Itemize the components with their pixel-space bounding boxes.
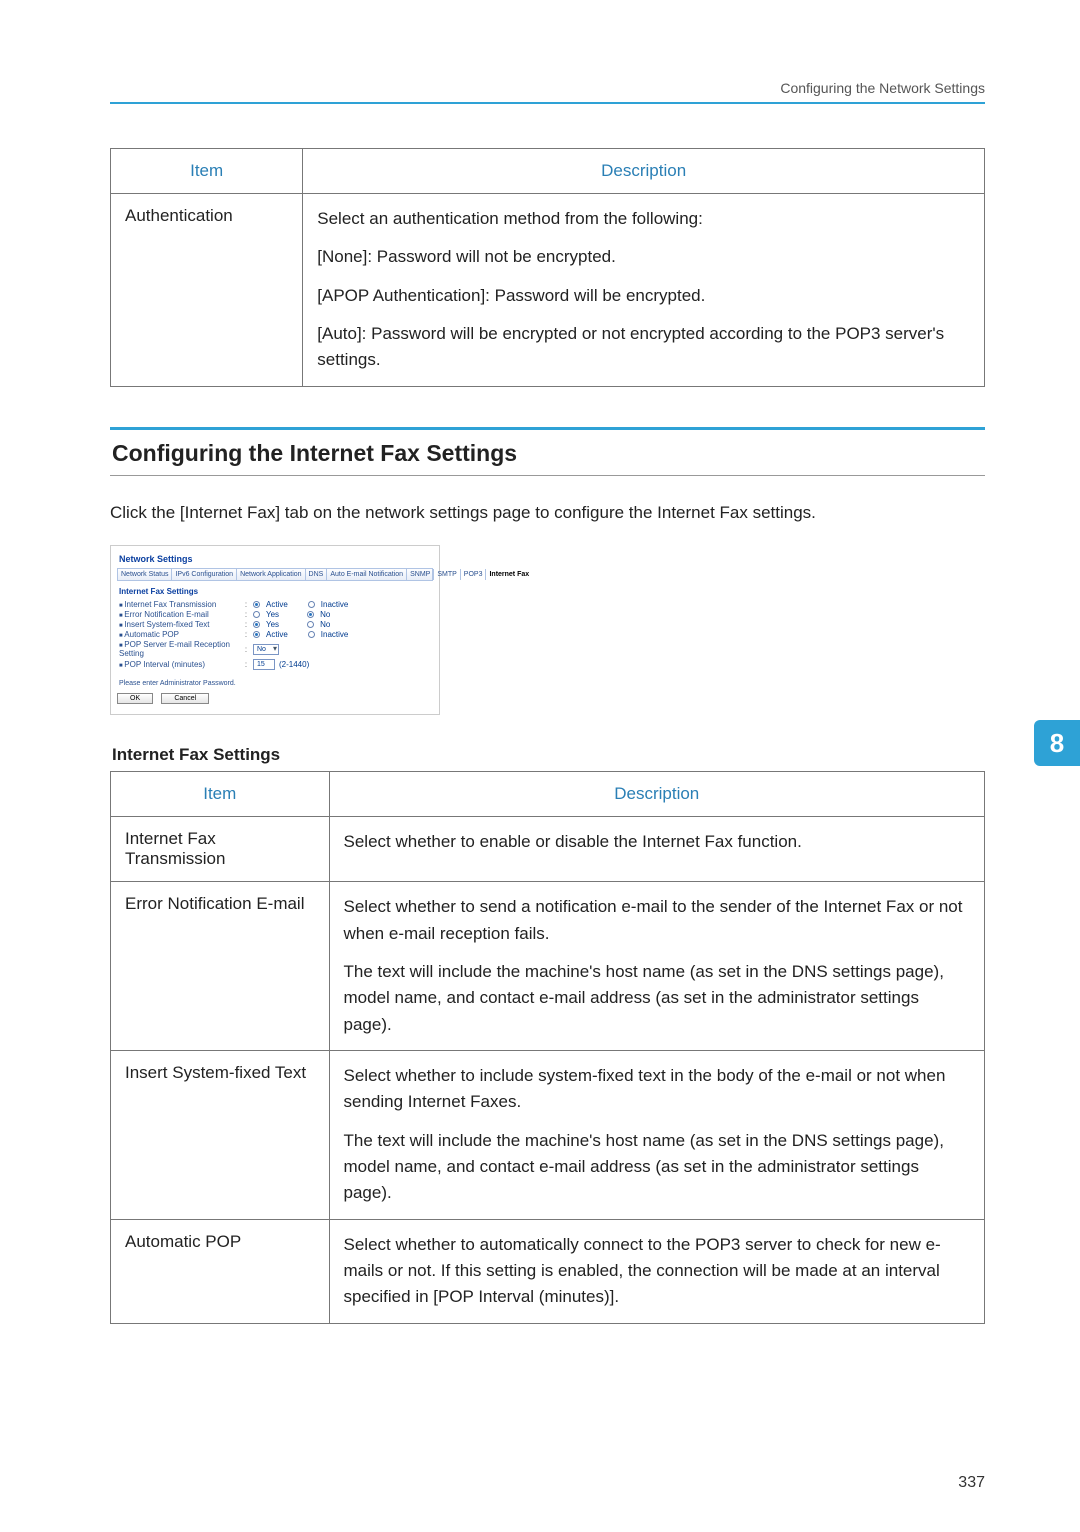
ns-tab[interactable]: IPv6 Configuration <box>172 569 237 580</box>
radio-icon[interactable] <box>307 611 314 618</box>
ns-label: POP Server E-mail Reception Setting <box>119 640 239 658</box>
desc-para: Select whether to include system-fixed t… <box>344 1063 971 1116</box>
table-row: Error Notification E-mail Select whether… <box>111 882 985 1051</box>
ns-select[interactable]: No <box>253 644 279 655</box>
desc-para: The text will include the machine's host… <box>344 1128 971 1207</box>
cell-description: Select whether to enable or disable the … <box>329 817 985 882</box>
table-row: Internet Fax Transmission Select whether… <box>111 817 985 882</box>
cell-description: Select whether to send a notification e-… <box>329 882 985 1051</box>
ok-button[interactable]: OK <box>117 693 153 704</box>
ns-input[interactable]: 15 <box>253 659 275 670</box>
ns-label: Automatic POP <box>119 630 239 639</box>
table-internet-fax-settings: Item Description Internet Fax Transmissi… <box>110 771 985 1323</box>
cell-description: Select an authentication method from the… <box>303 194 985 387</box>
ns-label: POP Interval (minutes) <box>119 660 239 669</box>
ns-group: Internet Fax Settings <box>119 587 433 596</box>
ns-row: POP Interval (minutes): 15 (2-1440) <box>119 659 433 670</box>
desc-para: Select whether to enable or disable the … <box>344 829 971 855</box>
ns-tab[interactable]: SNMP <box>407 569 434 580</box>
ns-option: Inactive <box>321 600 349 609</box>
table-authentication: Item Description Authentication Select a… <box>110 148 985 387</box>
ns-note: Please enter Administrator Password. <box>119 680 433 687</box>
ns-option: Inactive <box>321 630 349 639</box>
ns-option: Active <box>266 600 288 609</box>
ns-tab[interactable]: DNS <box>306 569 328 580</box>
page-number: 337 <box>958 1474 985 1492</box>
ns-option: Active <box>266 630 288 639</box>
cell-item: Internet Fax Transmission <box>111 817 330 882</box>
settings-screenshot: Network Settings Network Status IPv6 Con… <box>110 545 440 715</box>
ns-label: Internet Fax Transmission <box>119 600 239 609</box>
desc-para: [Auto]: Password will be encrypted or no… <box>317 321 970 374</box>
table-row: Insert System-fixed Text Select whether … <box>111 1050 985 1219</box>
cell-item: Error Notification E-mail <box>111 882 330 1051</box>
radio-icon[interactable] <box>307 621 314 628</box>
ns-tab[interactable]: Auto E-mail Notification <box>327 569 407 580</box>
ns-row: Insert System-fixed Text: Yes No <box>119 620 433 629</box>
cancel-button[interactable]: Cancel <box>161 693 209 704</box>
sub-heading: Internet Fax Settings <box>112 745 985 765</box>
ns-row: POP Server E-mail Reception Setting: No <box>119 640 433 658</box>
chapter-tab: 8 <box>1034 720 1080 766</box>
ns-label: Error Notification E-mail <box>119 610 239 619</box>
radio-icon[interactable] <box>308 601 315 608</box>
ns-option: Yes <box>266 610 279 619</box>
ns-hint: (2-1440) <box>279 660 309 669</box>
desc-para: [None]: Password will not be encrypted. <box>317 244 970 270</box>
lead-paragraph: Click the [Internet Fax] tab on the netw… <box>110 500 985 526</box>
ns-tab[interactable]: Network Application <box>237 569 305 580</box>
ns-title: Network Settings <box>119 554 433 564</box>
running-head: Configuring the Network Settings <box>110 80 985 96</box>
cell-description: Select whether to include system-fixed t… <box>329 1050 985 1219</box>
ns-row: Error Notification E-mail: Yes No <box>119 610 433 619</box>
section-heading: Configuring the Internet Fax Settings <box>110 427 985 476</box>
radio-icon[interactable] <box>253 631 260 638</box>
desc-para: [APOP Authentication]: Password will be … <box>317 283 970 309</box>
table-header-item: Item <box>111 149 303 194</box>
table-header-description: Description <box>329 772 985 817</box>
ns-option: No <box>320 620 330 629</box>
cell-item: Insert System-fixed Text <box>111 1050 330 1219</box>
table-header-description: Description <box>303 149 985 194</box>
ns-option: No <box>320 610 330 619</box>
ns-tab-active[interactable]: Internet Fax <box>486 569 532 580</box>
desc-para: The text will include the machine's host… <box>344 959 971 1038</box>
desc-para: Select whether to send a notification e-… <box>344 894 971 947</box>
table-header-item: Item <box>111 772 330 817</box>
table-row: Authentication Select an authentication … <box>111 194 985 387</box>
ns-label: Insert System-fixed Text <box>119 620 239 629</box>
ns-tab[interactable]: Network Status <box>118 569 172 580</box>
desc-para: Select whether to automatically connect … <box>344 1232 971 1311</box>
radio-icon[interactable] <box>253 611 260 618</box>
running-head-rule <box>110 102 985 104</box>
cell-description: Select whether to automatically connect … <box>329 1219 985 1323</box>
table-row: Automatic POP Select whether to automati… <box>111 1219 985 1323</box>
cell-item: Authentication <box>111 194 303 387</box>
ns-row: Automatic POP: Active Inactive <box>119 630 433 639</box>
ns-tab[interactable]: SMTP <box>434 569 460 580</box>
cell-item: Automatic POP <box>111 1219 330 1323</box>
ns-option: Yes <box>266 620 279 629</box>
desc-para: Select an authentication method from the… <box>317 206 970 232</box>
radio-icon[interactable] <box>308 631 315 638</box>
radio-icon[interactable] <box>253 621 260 628</box>
radio-icon[interactable] <box>253 601 260 608</box>
ns-tab[interactable]: POP3 <box>461 569 487 580</box>
ns-row: Internet Fax Transmission: Active Inacti… <box>119 600 433 609</box>
ns-tabs: Network Status IPv6 Configuration Networ… <box>117 568 433 581</box>
